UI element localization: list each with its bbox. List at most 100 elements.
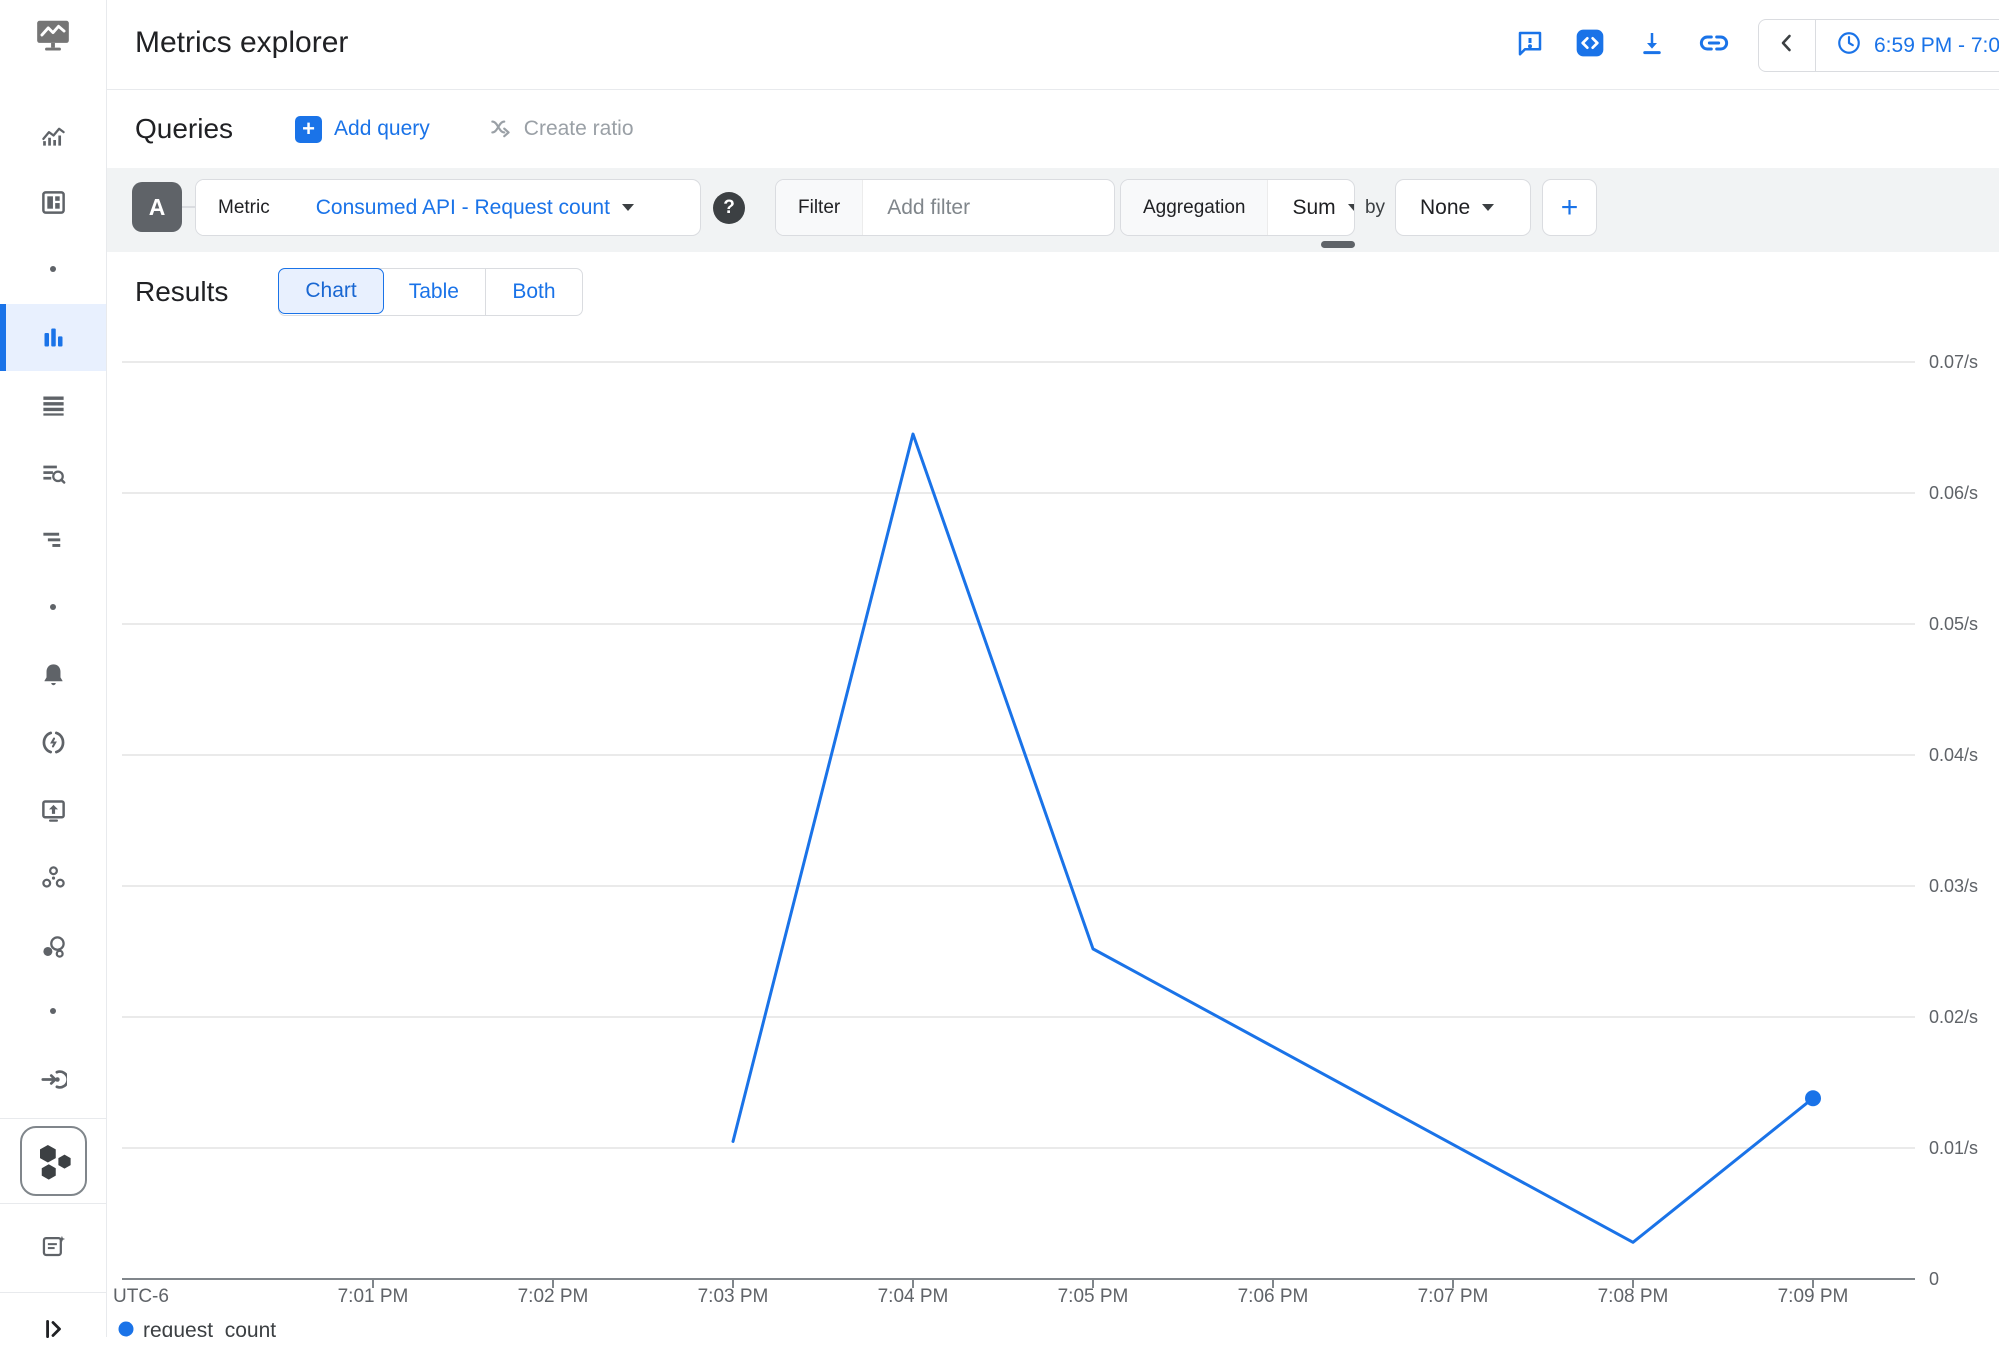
sidebar-item-trace[interactable] (0, 526, 106, 558)
download-icon (1637, 28, 1667, 63)
metric-help-button[interactable]: ? (713, 192, 745, 224)
expand-panel-icon (40, 1316, 66, 1347)
tab-both[interactable]: Both (486, 269, 582, 315)
instance-group-icon (40, 864, 67, 896)
sidebar-item-uptime-checks[interactable] (0, 729, 106, 761)
metric-label: Metric (196, 180, 292, 235)
y-axis-tick-label: 0.03/s (1929, 876, 1978, 896)
sidebar-item-alerting-list[interactable] (0, 392, 106, 424)
results-title: Results (135, 276, 228, 308)
sidebar-divider (0, 1203, 106, 1204)
series-end-point[interactable] (1805, 1090, 1821, 1106)
code-icon (1574, 27, 1606, 64)
y-axis-tick-label: 0.04/s (1929, 745, 1978, 765)
sidebar-item-gke[interactable] (20, 1126, 87, 1196)
sidebar-divider (0, 1292, 106, 1293)
add-query-button[interactable]: + Add query (295, 116, 430, 143)
dot-separator (0, 266, 106, 272)
line-chart-icon (40, 122, 67, 154)
sidebar-item-dashboards-monitor[interactable] (0, 797, 106, 829)
log-search-icon (40, 460, 67, 492)
x-axis-tick-label: 7:08 PM (1598, 1286, 1669, 1307)
y-axis-tick-label: 0 (1929, 1269, 1939, 1289)
sidebar-item-alerting[interactable] (0, 661, 106, 693)
metric-value: Consumed API - Request count (316, 196, 610, 220)
metrics-explorer-bars-icon (40, 324, 67, 356)
page-title: Metrics explorer (135, 26, 348, 60)
plus-icon: + (295, 116, 322, 143)
y-axis-tick-label: 0.07/s (1929, 352, 1978, 372)
by-label: by (1355, 179, 1395, 236)
create-ratio-button[interactable]: Create ratio (488, 114, 634, 145)
sidebar-item-dashboards[interactable] (0, 189, 106, 221)
resize-drag-handle[interactable] (1321, 241, 1355, 248)
metric-dropdown[interactable]: Consumed API - Request count (292, 196, 658, 220)
tab-table[interactable]: Table (383, 269, 486, 315)
x-axis-tick-label: 7:06 PM (1238, 1286, 1309, 1307)
series-line-request_count[interactable] (733, 434, 1813, 1242)
x-axis-tick-label: 7:09 PM (1778, 1286, 1849, 1307)
query-builder: A Metric Consumed API - Request count ? … (107, 168, 1999, 252)
sidebar-item-integrations[interactable] (0, 1066, 106, 1098)
sidebar-expand-button[interactable] (0, 1316, 106, 1347)
ratio-merge-icon (488, 114, 514, 145)
gke-hexagons-icon (33, 1138, 75, 1185)
legend-label: request_count (143, 1319, 276, 1337)
aggregation-dropdown[interactable]: Sum (1268, 196, 1355, 220)
monitoring-logo-icon (33, 16, 73, 59)
dropdown-caret-icon (622, 204, 634, 211)
trace-spans-icon (40, 526, 67, 558)
x-axis-tick-label: 7:04 PM (878, 1286, 949, 1307)
time-range-button[interactable]: 6:59 PM - 7:0 (1816, 30, 1999, 62)
group-by-value: None (1420, 196, 1470, 220)
group-by-dropdown[interactable]: None (1396, 196, 1518, 220)
services-bubbles-icon (40, 934, 67, 966)
feedback-button[interactable] (1510, 25, 1550, 65)
left-sidebar (0, 0, 107, 1337)
results-view-toggle: Chart Table Both (278, 268, 583, 316)
sidebar-item-instance-groups[interactable] (0, 864, 106, 896)
legend-swatch (119, 1322, 134, 1337)
create-ratio-label: Create ratio (524, 117, 634, 141)
add-aggregation-button[interactable]: + (1542, 179, 1597, 236)
alerting-bell-icon (40, 661, 67, 693)
chart-area[interactable]: 0.07/s 0.06/s 0.05/s 0.04/s 0.03/s 0.02/s 0.01… (107, 332, 1999, 1337)
y-axis-tick-label: 0.01/s (1929, 1138, 1978, 1158)
filter-label: Filter (776, 180, 863, 235)
release-notes-doc-icon (40, 1233, 67, 1265)
share-link-button[interactable] (1694, 25, 1734, 65)
sidebar-item-overview[interactable] (0, 122, 106, 154)
chart-svg: 0.07/s 0.06/s 0.05/s 0.04/s 0.03/s 0.02/s 0.01… (107, 332, 1999, 1337)
time-back-button[interactable] (1759, 20, 1815, 71)
filter-pill: Filter Add filter (775, 179, 1115, 236)
dropdown-caret-icon (1482, 204, 1494, 211)
chevron-left-icon (1775, 31, 1799, 60)
sidebar-item-log-search[interactable] (0, 460, 106, 492)
queries-title: Queries (135, 113, 233, 145)
query-editor-button[interactable] (1570, 25, 1610, 65)
sidebar-item-services[interactable] (0, 934, 106, 966)
results-bar: Results Chart Table Both (107, 252, 1999, 332)
x-axis-tick-label: 7:03 PM (698, 1286, 769, 1307)
aggregation-label: Aggregation (1121, 180, 1268, 235)
aggregation-value: Sum (1292, 196, 1335, 220)
dot-separator (0, 604, 106, 610)
sidebar-item-metrics-explorer[interactable] (0, 324, 106, 356)
download-button[interactable] (1632, 25, 1672, 65)
monitor-arrow-icon (40, 797, 67, 829)
chip-connector (182, 206, 195, 208)
filter-placeholder: Add filter (887, 196, 970, 220)
sidebar-divider (0, 1118, 106, 1119)
y-axis-tick-label: 0.02/s (1929, 1007, 1978, 1027)
clock-icon (1836, 30, 1862, 62)
y-axis-tick-label: 0.06/s (1929, 483, 1978, 503)
y-axis-tick-label: 0.05/s (1929, 614, 1978, 634)
tab-chart[interactable]: Chart (278, 268, 383, 314)
x-axis-tick-label: 7:02 PM (518, 1286, 589, 1307)
sidebar-item-monitoring-home[interactable] (0, 16, 106, 59)
sidebar-item-release-notes[interactable] (0, 1233, 106, 1265)
metric-pill: Metric Consumed API - Request count (195, 179, 701, 236)
filter-input[interactable]: Add filter (863, 196, 994, 220)
main-content: Metrics explorer (107, 0, 1999, 1337)
query-letter-chip[interactable]: A (132, 182, 182, 232)
